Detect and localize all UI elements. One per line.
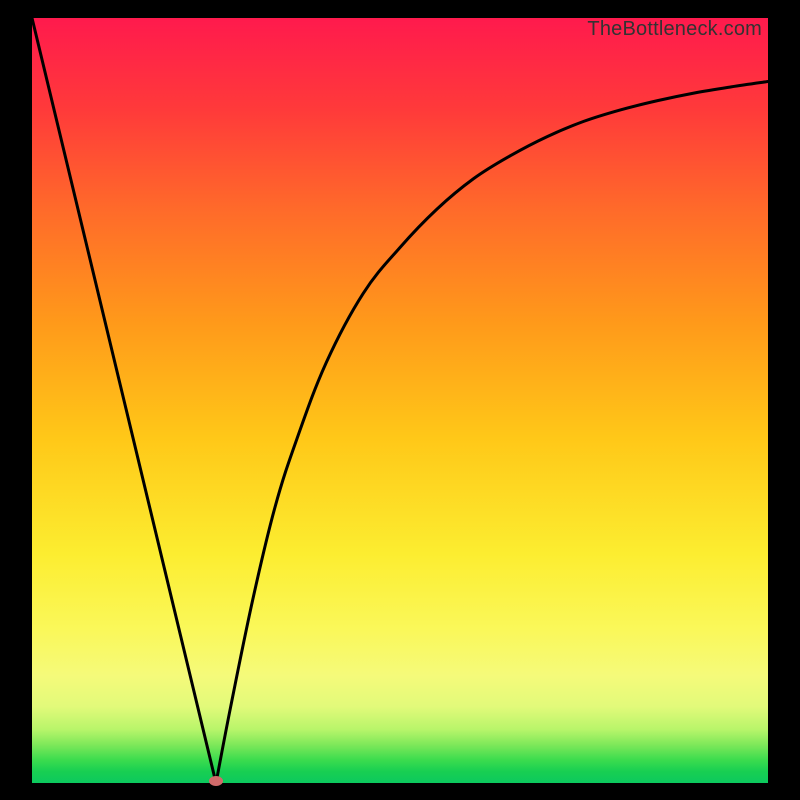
watermark-text: TheBottleneck.com xyxy=(587,18,762,41)
plot-area: TheBottleneck.com xyxy=(32,18,768,783)
minimum-marker xyxy=(209,776,223,786)
curve-right-branch xyxy=(216,82,768,784)
bottleneck-curve xyxy=(32,18,768,783)
curve-left-branch xyxy=(32,18,216,783)
